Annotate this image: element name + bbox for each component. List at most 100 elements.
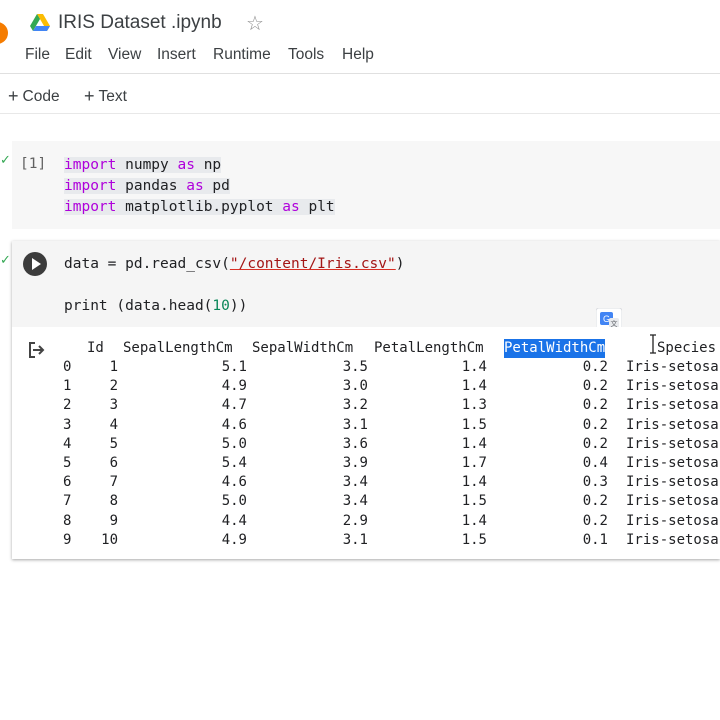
table-cell: 1.5 — [461, 493, 487, 510]
table-cell-species: Iris-setosa — [626, 531, 719, 548]
account-avatar[interactable] — [0, 22, 8, 44]
table-cell: 0.2 — [582, 512, 608, 529]
plus-icon: + — [84, 86, 95, 106]
table-cell: 3.4 — [342, 493, 368, 510]
table-cell: 3.1 — [342, 531, 368, 548]
table-cell: 4.6 — [221, 416, 247, 433]
header-divider — [0, 73, 720, 74]
table-cell: 4.4 — [221, 512, 247, 529]
table-cell-species: Iris-setosa — [626, 455, 719, 471]
table-cell: 0.1 — [582, 531, 608, 548]
table-cell: 1.4 — [461, 435, 487, 452]
table-cell: 7 — [109, 474, 118, 491]
table-cell: 3.2 — [342, 397, 368, 414]
table-cell-species: Iris-setosa — [626, 435, 719, 452]
table-cell: 1 — [109, 359, 118, 375]
row-index: 9 — [63, 531, 72, 548]
table-cell-species: Iris-setosa — [626, 359, 719, 375]
table-cell: 0.2 — [582, 493, 608, 510]
table-cell: 0.4 — [582, 455, 608, 471]
table-cell: 4 — [109, 416, 118, 433]
code-line: import matplotlib.pyplot as plt — [64, 199, 335, 215]
table-cell-species: Iris-setosa — [626, 474, 719, 491]
table-cell: 1.5 — [461, 531, 487, 548]
add-text-button[interactable]: + Text — [84, 85, 127, 106]
row-index: 6 — [63, 474, 72, 491]
row-index: 5 — [63, 455, 72, 471]
add-code-button[interactable]: + Code — [8, 85, 60, 106]
table-cell: 5.0 — [221, 435, 247, 452]
row-index: 1 — [63, 378, 72, 395]
row-index: 8 — [63, 512, 72, 529]
table-cell-species: Iris-setosa — [626, 378, 719, 395]
table-cell: 4.9 — [221, 531, 247, 548]
table-cell: 3.9 — [342, 455, 368, 471]
table-cell: 0.2 — [582, 378, 608, 395]
table-cell: 8 — [109, 493, 118, 510]
run-cell-button[interactable] — [23, 252, 47, 276]
table-cell: 4.6 — [221, 474, 247, 491]
code-editor[interactable]: import numpy as np import pandas as pd i… — [64, 155, 335, 218]
table-cell: 10 — [101, 531, 118, 548]
notebook-title[interactable]: IRIS Dataset .ipynb — [58, 12, 222, 34]
table-cell: 1.4 — [461, 512, 487, 529]
menu-insert[interactable]: Insert — [157, 46, 196, 64]
table-cell: 3.4 — [342, 474, 368, 491]
column-header-id: Id — [87, 340, 104, 356]
table-cell-species: Iris-setosa — [626, 416, 719, 433]
column-header-sepal-length: SepalLengthCm — [123, 340, 233, 356]
text-cursor-icon — [650, 334, 656, 354]
row-index: 2 — [63, 397, 72, 414]
row-index: 4 — [63, 435, 72, 452]
table-cell-species: Iris-setosa — [626, 397, 719, 414]
add-text-label: Text — [98, 88, 127, 105]
table-cell: 6 — [109, 455, 118, 471]
code-line[interactable]: data = pd.read_csv("/content/Iris.csv") — [64, 254, 404, 275]
column-header-petal-length: PetalLengthCm — [374, 340, 484, 356]
table-cell-species: Iris-setosa — [626, 512, 719, 529]
play-icon — [32, 258, 41, 270]
checkmark-icon: ✓ — [0, 152, 11, 167]
table-cell: 2.9 — [342, 512, 368, 529]
table-cell: 3.6 — [342, 435, 368, 452]
menu-edit[interactable]: Edit — [65, 46, 92, 64]
table-cell: 5 — [109, 435, 118, 452]
code-line: import numpy as np — [64, 157, 222, 173]
svg-text:G: G — [603, 314, 610, 324]
table-cell: 1.4 — [461, 359, 487, 375]
menu-help[interactable]: Help — [342, 46, 374, 64]
table-cell: 1.7 — [461, 455, 487, 471]
table-cell: 4.7 — [221, 397, 247, 414]
code-line[interactable]: print (data.head(10)) — [64, 296, 247, 317]
table-cell: 0.2 — [582, 359, 608, 375]
menu-tools[interactable]: Tools — [288, 46, 324, 64]
table-cell: 5.0 — [221, 493, 247, 510]
column-header-petal-width[interactable]: PetalWidthCm — [504, 339, 606, 359]
table-cell: 3.5 — [342, 359, 368, 375]
checkmark-icon: ✓ — [0, 252, 11, 267]
plus-icon: + — [8, 86, 19, 106]
table-cell: 5.1 — [221, 359, 247, 375]
execution-count: [1] — [20, 156, 47, 172]
table-cell: 0.3 — [582, 474, 608, 491]
row-index: 7 — [63, 493, 72, 510]
google-drive-logo — [30, 14, 50, 31]
table-cell: 5.4 — [221, 455, 247, 471]
menu-view[interactable]: View — [108, 46, 141, 64]
table-cell: 2 — [109, 378, 118, 395]
menu-runtime[interactable]: Runtime — [213, 46, 271, 64]
toolbar-divider — [0, 113, 720, 114]
row-index: 3 — [63, 416, 72, 433]
table-cell: 0.2 — [582, 397, 608, 414]
star-icon[interactable]: ☆ — [246, 11, 264, 36]
table-cell: 3 — [109, 397, 118, 414]
code-line: import pandas as pd — [64, 178, 230, 194]
cell-output: Id SepalLengthCm SepalWidthCm PetalLengt… — [12, 327, 720, 559]
table-cell: 1.3 — [461, 397, 487, 414]
output-actions-icon[interactable] — [27, 341, 45, 359]
table-cell: 3.1 — [342, 416, 368, 433]
column-header-species: Species — [657, 340, 717, 356]
table-cell: 0.2 — [582, 416, 608, 433]
menu-file[interactable]: File — [25, 46, 50, 64]
table-cell: 4.9 — [221, 378, 247, 395]
